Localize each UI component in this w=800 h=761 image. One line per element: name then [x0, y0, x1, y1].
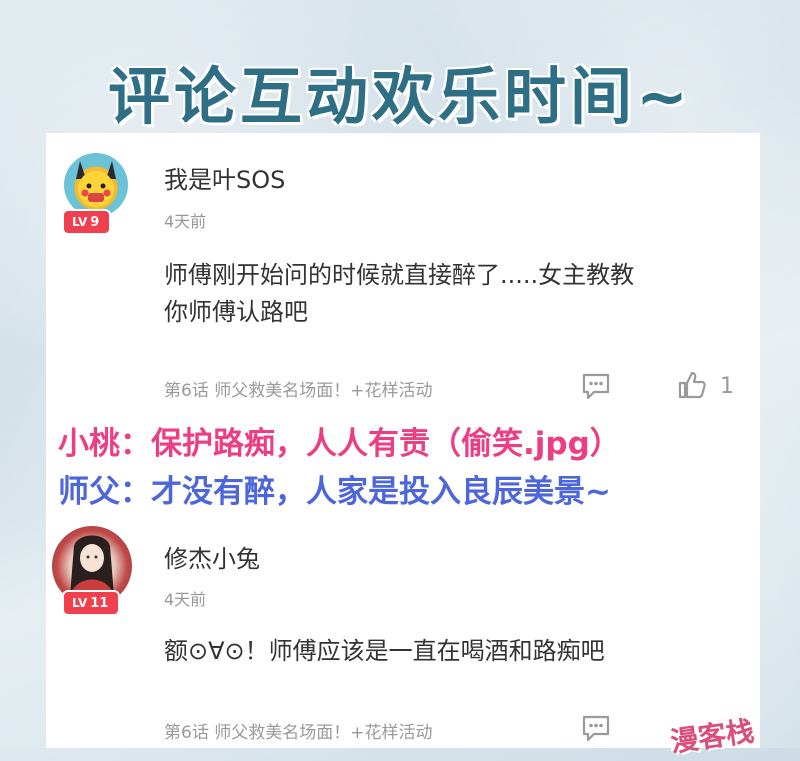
- reply-comment-icon[interactable]: [580, 371, 612, 401]
- page-title: 评论互动欢乐时间~: [108, 60, 692, 133]
- avatar[interactable]: [64, 153, 128, 217]
- level-label: LV: [72, 596, 88, 610]
- caption-shifu: 师父：才没有醉，人家是投入良辰美景~: [58, 474, 611, 510]
- level-badge: LV 11: [62, 590, 121, 616]
- comment-body-line: 师傅刚开始问的时候就直接醉了.....女主教教: [164, 261, 635, 289]
- comment-body-line: 你师傅认路吧: [164, 298, 308, 326]
- username[interactable]: 修杰小兔: [164, 539, 260, 574]
- like-count: 1: [720, 374, 734, 399]
- comment-time: 4天前: [164, 590, 207, 609]
- comment-time: 4天前: [164, 212, 207, 231]
- level-number: 9: [90, 215, 100, 230]
- level-badge: LV 9: [62, 209, 112, 235]
- comment-body: 额⊙∀⊙！师傅应该是一直在喝酒和路痴吧: [164, 633, 605, 670]
- level-number: 11: [90, 596, 109, 611]
- reply-comment-icon[interactable]: [580, 713, 612, 743]
- chapter-link[interactable]: 第6话 师父救美名场面！+花样活动: [164, 376, 432, 401]
- chapter-link[interactable]: 第6话 师父救美名场面！+花样活动: [164, 718, 432, 743]
- caption-xiaotao: 小桃：保护路痴，人人有责（偷笑.jpg）: [58, 426, 621, 462]
- thumbs-up-icon[interactable]: [676, 369, 708, 401]
- pikachu-avatar-icon: [76, 161, 116, 207]
- username[interactable]: 我是叶SOS: [164, 160, 285, 195]
- level-label: LV: [72, 215, 88, 229]
- comment-body: 师傅刚开始问的时候就直接醉了.....女主教教 你师傅认路吧: [164, 257, 634, 331]
- comment-body-line: 额⊙∀⊙！师傅应该是一直在喝酒和路痴吧: [164, 637, 605, 665]
